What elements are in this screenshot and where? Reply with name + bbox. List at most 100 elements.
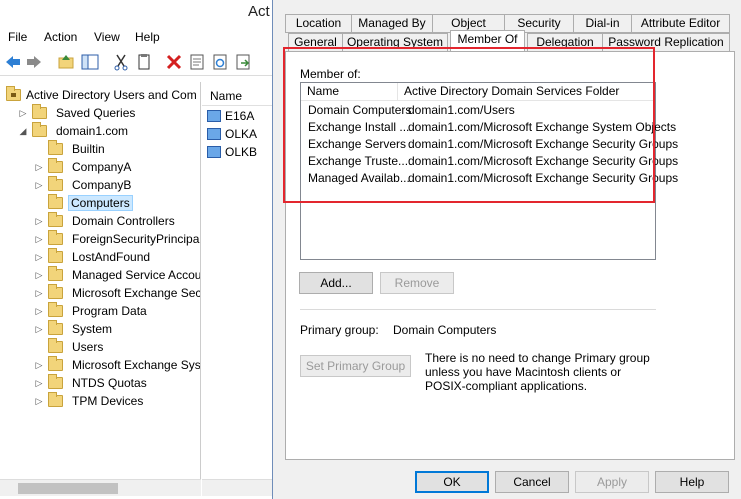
folder-icon: [48, 302, 63, 317]
tree-item-label: Microsoft Exchange Secu: [72, 286, 201, 300]
list-horizontal-scrollbar[interactable]: [202, 479, 278, 496]
chevron-right-icon[interactable]: ▷: [34, 234, 44, 245]
menu-view[interactable]: View: [94, 30, 120, 44]
chevron-right-icon[interactable]: ▷: [34, 270, 44, 281]
tree-item[interactable]: ▷ CompanyA: [34, 158, 135, 176]
chevron-right-icon[interactable]: ▷: [34, 324, 44, 335]
tree-item[interactable]: Builtin: [34, 140, 109, 158]
tab-delegation[interactable]: Delegation: [527, 33, 603, 52]
tree-item[interactable]: ◢ domain1.com: [18, 122, 132, 140]
chevron-right-icon[interactable]: ▷: [34, 216, 44, 227]
chevron-right-icon[interactable]: ▷: [34, 360, 44, 371]
back-icon[interactable]: [4, 53, 22, 71]
folder-icon: [48, 248, 63, 263]
tree-item-label: TPM Devices: [72, 394, 144, 408]
refresh-icon[interactable]: [211, 53, 229, 71]
menu-action[interactable]: Action: [44, 30, 77, 44]
export-list-icon[interactable]: [234, 53, 252, 71]
list-item[interactable]: OLKA: [207, 125, 257, 143]
delete-icon[interactable]: [165, 53, 183, 71]
up-folder-icon[interactable]: [57, 53, 75, 71]
primary-group-note: There is no need to change Primary group…: [425, 351, 650, 393]
tab-member-of[interactable]: Member Of: [450, 30, 525, 51]
tree-item[interactable]: ▷ LostAndFound: [34, 248, 154, 266]
set-primary-group-button[interactable]: Set Primary Group: [300, 355, 411, 377]
computer-icon: [207, 110, 221, 122]
table-row[interactable]: Exchange Install ... domain1.com/Microsof…: [301, 119, 676, 136]
tree-item-label: Saved Queries: [56, 106, 136, 120]
tree-item[interactable]: ▷ Saved Queries: [18, 104, 139, 122]
tree-item[interactable]: ▷ NTDS Quotas: [34, 374, 151, 392]
computer-icon: [207, 128, 221, 140]
menu-file[interactable]: File: [8, 30, 27, 44]
tree-item[interactable]: ▷ Managed Service Accoun: [34, 266, 200, 284]
chevron-right-icon[interactable]: ▷: [34, 396, 44, 407]
add-button[interactable]: Add...: [299, 272, 373, 294]
apply-button[interactable]: Apply: [575, 471, 649, 493]
properties-icon[interactable]: [188, 53, 206, 71]
tab-managed-by[interactable]: Managed By: [351, 14, 433, 33]
cut-icon[interactable]: [112, 53, 130, 71]
column-header-folder[interactable]: Active Directory Domain Services Folder: [398, 83, 655, 101]
help-button[interactable]: Help: [655, 471, 729, 493]
tree-item-label: LostAndFound: [72, 250, 151, 264]
cancel-button[interactable]: Cancel: [495, 471, 569, 493]
tab-attribute-editor[interactable]: Attribute Editor: [631, 14, 730, 33]
table-row[interactable]: Domain Computers domain1.com/Users: [301, 102, 655, 119]
tree-item-label: Builtin: [72, 142, 105, 156]
tree-item[interactable]: ▷ ForeignSecurityPrincipals: [34, 230, 200, 248]
folder-icon: [48, 230, 63, 245]
menu-help[interactable]: Help: [135, 30, 160, 44]
chevron-right-icon[interactable]: ▷: [34, 252, 44, 263]
row-folder: domain1.com/Users: [408, 103, 515, 117]
scrollbar-thumb[interactable]: [18, 483, 118, 494]
tab-general[interactable]: General: [288, 33, 343, 52]
list-item[interactable]: E16A: [207, 107, 254, 125]
tree-root[interactable]: Active Directory Users and Com: [6, 86, 197, 104]
folder-icon: [48, 176, 63, 191]
table-row[interactable]: Exchange Truste... domain1.com/Microsoft …: [301, 153, 678, 170]
forward-icon[interactable]: [25, 53, 43, 71]
results-pane: Name E16A OLKA OLKB: [202, 82, 278, 479]
ok-button[interactable]: OK: [415, 471, 489, 493]
column-header-name[interactable]: Name: [301, 83, 398, 101]
tab-password-replication[interactable]: Password Replication: [602, 33, 730, 52]
table-row[interactable]: Managed Availab... domain1.com/Microsoft …: [301, 170, 678, 187]
show-hide-console-tree-icon[interactable]: [81, 53, 99, 71]
tree-item[interactable]: Users: [34, 338, 107, 356]
copy-icon[interactable]: [135, 53, 153, 71]
tab-strip: Location Managed By Object Security Dial…: [285, 12, 730, 52]
folder-icon: [48, 320, 63, 335]
tree-horizontal-scrollbar[interactable]: [0, 479, 201, 496]
tab-dial-in[interactable]: Dial-in: [573, 14, 632, 33]
menu-bar: File Action View Help: [0, 27, 278, 47]
chevron-right-icon[interactable]: ▷: [34, 378, 44, 389]
chevron-right-icon[interactable]: ▷: [34, 306, 44, 317]
chevron-down-icon[interactable]: ◢: [18, 126, 28, 137]
tree-item[interactable]: ▷ CompanyB: [34, 176, 135, 194]
chevron-right-icon[interactable]: ▷: [18, 108, 28, 119]
row-folder: domain1.com/Microsoft Exchange System Ob…: [408, 120, 677, 134]
tab-location[interactable]: Location: [285, 14, 352, 33]
list-item[interactable]: OLKB: [207, 143, 257, 161]
tab-operating-system[interactable]: Operating System: [342, 33, 448, 52]
tree-item[interactable]: ▷ Microsoft Exchange Syste: [34, 356, 201, 374]
column-header-name[interactable]: Name: [202, 84, 278, 106]
chevron-right-icon[interactable]: ▷: [34, 162, 44, 173]
tree-item[interactable]: Computers: [34, 194, 133, 212]
chevron-right-icon[interactable]: ▷: [34, 180, 44, 191]
tree-item[interactable]: ▷ TPM Devices: [34, 392, 147, 410]
tree-item-label: Program Data: [72, 304, 147, 318]
tree-item[interactable]: ▷ Microsoft Exchange Secu: [34, 284, 201, 302]
tree-item-label: Microsoft Exchange Syste: [72, 358, 201, 372]
tree-item[interactable]: ▷ System: [34, 320, 116, 338]
row-folder: domain1.com/Microsoft Exchange Security …: [408, 137, 679, 151]
remove-button[interactable]: Remove: [380, 272, 454, 294]
member-of-list[interactable]: Name Active Directory Domain Services Fo…: [300, 82, 678, 260]
tree-item[interactable]: ▷ Domain Controllers: [34, 212, 179, 230]
row-name: Domain Computers: [308, 103, 412, 117]
tree-item[interactable]: ▷ Program Data: [34, 302, 151, 320]
table-row[interactable]: Exchange Servers domain1.com/Microsoft Ex…: [301, 136, 678, 153]
chevron-right-icon[interactable]: ▷: [34, 288, 44, 299]
tree-item-label: Users: [72, 340, 104, 354]
